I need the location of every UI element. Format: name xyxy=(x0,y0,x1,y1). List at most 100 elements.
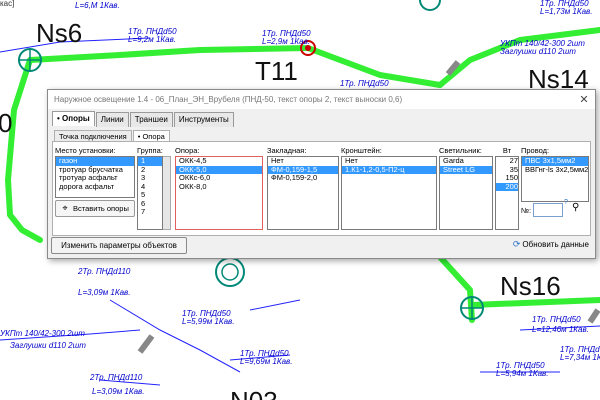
station-middle-symbol[interactable] xyxy=(215,257,245,287)
group-header: Группа: xyxy=(137,146,163,155)
number-label: №: xyxy=(521,206,532,215)
station-label-t11: T11 xyxy=(255,56,298,86)
watt-option[interactable]: 35 xyxy=(496,166,518,175)
group-option[interactable]: 5 xyxy=(138,191,162,200)
group-column: Группа: 1234567 xyxy=(137,145,171,230)
bracket-option[interactable]: 1.К1-1,2-0,5-П2-ц xyxy=(342,165,436,174)
group-option[interactable]: 4 xyxy=(138,183,162,192)
cable-label: Заглушки d110 2шт xyxy=(500,47,576,56)
watt-option[interactable]: 200 xyxy=(496,182,518,191)
pole-header: Опора: xyxy=(175,146,200,155)
bracket-header: Кронштейн: xyxy=(341,146,382,155)
place-option[interactable]: дорога асфальт xyxy=(56,183,134,192)
bracket-listbox[interactable]: Нет 1.К1-1,2-0,5-П2-ц xyxy=(341,156,437,230)
insert-poles-button[interactable]: ⌖ Вставить опоры xyxy=(55,200,135,217)
wire-header: Провод: xyxy=(521,146,550,155)
duct-segment xyxy=(137,334,155,354)
pole-option[interactable]: ОККс-6,0 xyxy=(176,174,262,183)
wire-column: Провод: ПВС 3х1,5мм2 ВВГнг-ls 3х2,5мм2 xyxy=(521,145,589,202)
pole-column: Опора: ОКК-4,5 ОКК-5,0 ОККс-6,0 ОКК-8,0 xyxy=(175,145,263,230)
station-top-symbol[interactable] xyxy=(419,0,441,11)
bracket-column: Кронштейн: Нет 1.К1-1,2-0,5-П2-ц xyxy=(341,145,437,230)
station-ns16-symbol[interactable] xyxy=(460,296,484,320)
station-ns6-symbol[interactable] xyxy=(18,48,42,72)
pole-option[interactable]: ОКК-8,0 xyxy=(176,183,262,192)
watt-option[interactable]: 150 xyxy=(496,174,518,183)
change-parameters-button[interactable]: Изменить параметры объектов xyxy=(51,237,187,254)
cable-label: 2Тр. ПНДd110 xyxy=(89,373,143,382)
station-label-left: 0 xyxy=(0,108,12,138)
place-listbox[interactable]: газон тротуар брусчатка тротуар асфальт дор… xyxy=(55,156,135,198)
wire-option[interactable]: ВВГнг-ls 3х2,5мм2 xyxy=(522,166,588,175)
station-label-ns6: Ns6 xyxy=(36,18,82,48)
anchor-listbox[interactable]: Нет ФМ-0,159-1,5 ФМ-0,159-2,0 xyxy=(267,156,339,230)
corner-text: кас] xyxy=(0,0,14,8)
place-option[interactable]: газон xyxy=(56,157,134,166)
place-option[interactable]: тротуар брусчатка xyxy=(56,166,134,175)
cable-label: L=5,99м 1Кав. xyxy=(182,317,234,326)
cable-label: L=1,73м 1Кав. xyxy=(540,7,592,16)
bracket-option[interactable]: Нет xyxy=(342,157,436,166)
cable-label: L=3,09м 1Кав. xyxy=(78,288,130,297)
cable-label: L=2,9м 1Кав. xyxy=(262,37,310,46)
group-listbox[interactable]: 1234567 xyxy=(137,156,163,230)
binoculars-icon[interactable]: ⚲ xyxy=(572,202,579,213)
tab-trenches[interactable]: Траншеи xyxy=(129,112,173,127)
dialog-titlebar[interactable]: Наружное освещение 1.4 - 06_План_ЭН_Вруб… xyxy=(48,90,595,109)
pole-listbox[interactable]: ОКК-4,5 ОКК-5,0 ОККс-6,0 ОКК-8,0 xyxy=(175,156,263,230)
group-option[interactable]: 7 xyxy=(138,208,162,217)
lamp-option[interactable]: Garda xyxy=(440,157,492,166)
street-lighting-dialog: Наружное освещение 1.4 - 06_План_ЭН_Вруб… xyxy=(47,89,596,259)
refresh-label: Обновить данные xyxy=(522,240,589,249)
group-option[interactable]: 6 xyxy=(138,200,162,209)
group-option[interactable]: 3 xyxy=(138,174,162,183)
cable-label: 1Тр. ПНДd50 xyxy=(340,79,389,88)
refresh-icon: ⟳ xyxy=(512,239,521,249)
refresh-button[interactable]: ⟳ Обновить данные xyxy=(513,239,589,250)
route-line xyxy=(437,254,475,323)
tab-tools[interactable]: Инструменты xyxy=(173,112,234,127)
watt-listbox[interactable]: 27 35 150 200 xyxy=(495,156,519,230)
cable-label: L=12,46м 1Кав. xyxy=(532,325,589,334)
tab-lines[interactable]: Линии xyxy=(95,112,129,127)
anchor-header: Закладная: xyxy=(267,146,307,155)
group-option[interactable]: 2 xyxy=(138,166,162,175)
cable-label: L=7,34м 1Кав. xyxy=(560,353,600,362)
tab-poles[interactable]: • Опоры xyxy=(52,111,95,126)
wire-option[interactable]: ПВС 3х1,5мм2 xyxy=(522,157,588,166)
help-mark[interactable]: ? xyxy=(564,199,568,206)
cable-label: 2Тр. ПНДd110 xyxy=(77,267,131,276)
cable-label: 1Тр. ПНДd50 xyxy=(532,315,581,324)
cable-line xyxy=(249,299,301,311)
anchor-option[interactable]: ФМ-0,159-1,5 xyxy=(268,165,338,174)
cable-label: L=3,09м 1Кав. xyxy=(92,387,144,396)
watt-column: Вт 27 35 150 200 xyxy=(495,145,519,230)
place-header: Место установки: xyxy=(55,146,116,155)
wire-listbox[interactable]: ПВС 3х1,5мм2 ВВГнг-ls 3х2,5мм2 xyxy=(521,156,589,202)
lamp-listbox[interactable]: Garda Street LG xyxy=(439,156,493,230)
pole-option[interactable]: ОКК-5,0 xyxy=(176,165,262,174)
lamp-option[interactable]: Street LG xyxy=(440,165,492,174)
duct-segment xyxy=(587,308,600,324)
watt-option[interactable]: 27 xyxy=(496,157,518,166)
place-option[interactable]: тротуар асфальт xyxy=(56,174,134,183)
place-column: Место установки: газон тротуар брусчатка т… xyxy=(55,145,135,198)
pole-option[interactable]: ОКК-4,5 xyxy=(176,157,262,166)
cable-label: L=5,94м 1Кав. xyxy=(496,369,548,378)
cable-label: Заглушки d110 2шт xyxy=(10,341,86,350)
close-icon[interactable]: ✕ xyxy=(573,93,595,106)
anchor-option[interactable]: ФМ-0,159-2,0 xyxy=(268,174,338,183)
cable-label: УКПт 140/42-300 2шт xyxy=(0,329,85,338)
station-label-ns16: Ns16 xyxy=(500,271,561,301)
cable-label: L=9,2м 1Кав. xyxy=(128,35,176,44)
crosshair-icon: ⌖ xyxy=(62,203,68,213)
anchor-option[interactable]: Нет xyxy=(268,157,338,166)
main-tabs: • Опоры Линии Траншеи Инструменты xyxy=(52,111,235,127)
cable-label: L=6,M 1Кав. xyxy=(75,1,120,10)
dialog-title: Наружное освещение 1.4 - 06_План_ЭН_Вруб… xyxy=(54,95,403,104)
group-option[interactable]: 1 xyxy=(138,157,162,166)
insert-poles-label: Вставить опоры xyxy=(73,204,129,213)
pole-settings-panel: Место установки: газон тротуар брусчатка т… xyxy=(52,141,591,236)
group-scrollbar[interactable] xyxy=(163,156,171,230)
number-field[interactable] xyxy=(533,203,563,217)
